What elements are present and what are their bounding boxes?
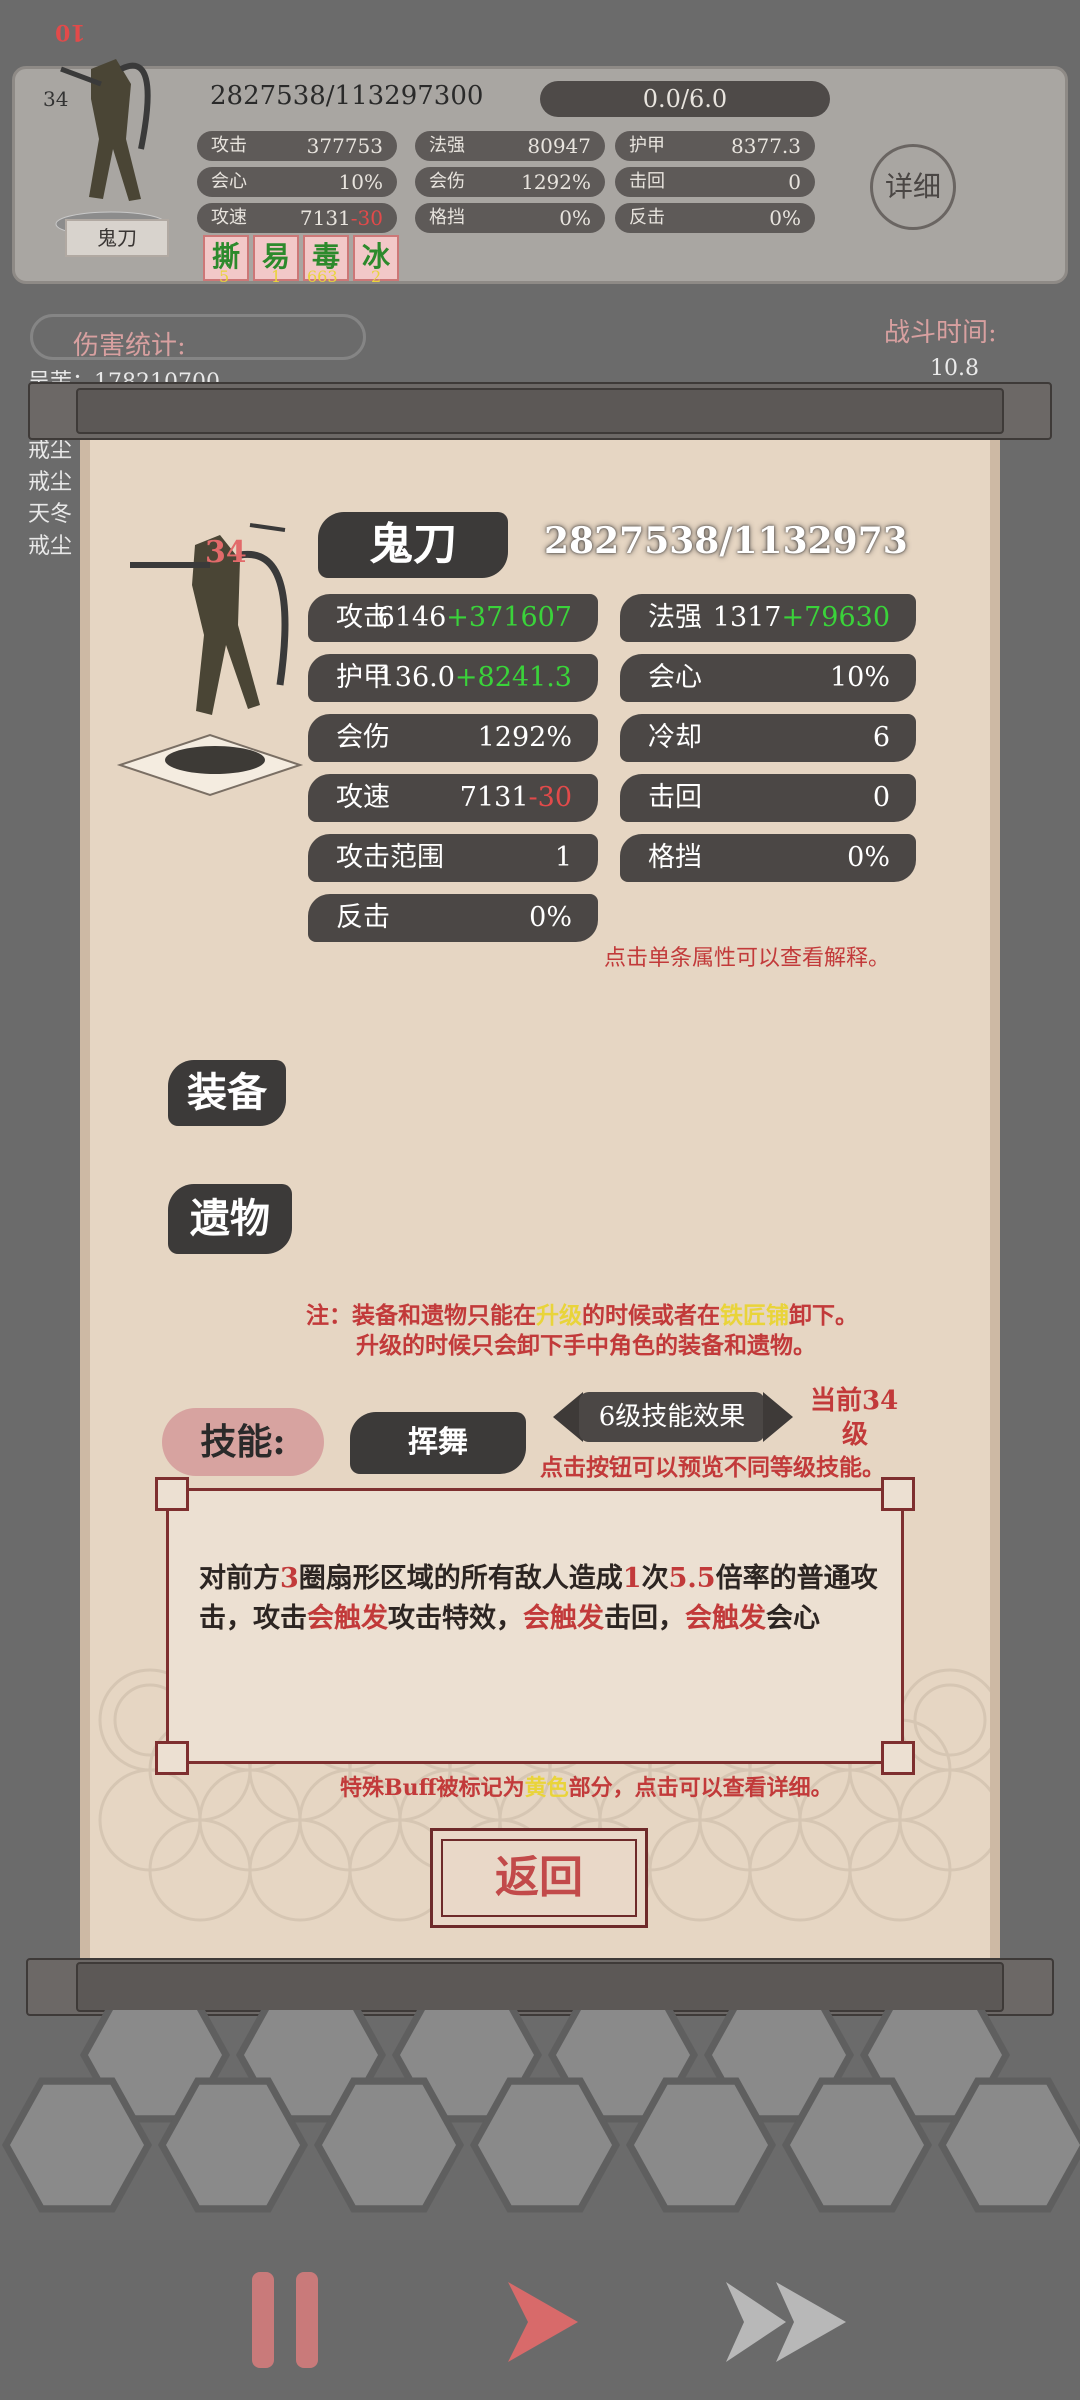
buff-ice[interactable]: 冰2 (353, 235, 399, 286)
battle-time-label: 战斗时间: (884, 318, 997, 348)
stat-attack-range[interactable]: 攻击范围 1 (308, 834, 598, 882)
stat-lifesteal[interactable]: 击回 0 (620, 774, 916, 822)
stat-armor[interactable]: 护甲 136.0+8241.3 (308, 654, 598, 702)
unit-hp: 2827538/1132973 (544, 520, 908, 562)
scroll-top-bar (76, 388, 1004, 434)
skill-description-box: 对前方3圈扇形区域的所有敌人造成1次5.5倍率的普通攻击，攻击会触发攻击特效，会… (155, 1477, 915, 1775)
unequip-note: 注：装备和遗物只能在升级的时候或者在铁匠铺卸下。 (306, 1302, 858, 1329)
stat-counter[interactable]: 反击 0% (308, 894, 598, 942)
top-stat-armor[interactable]: 护甲 8377.3 (615, 131, 815, 161)
stat-crit-damage[interactable]: 会伤 1292% (308, 714, 598, 762)
attribute-hint: 点击单条属性可以查看解释。 (604, 946, 891, 971)
top-stat-block[interactable]: 格挡 0% (415, 203, 605, 233)
top-stat-counter[interactable]: 反击 0% (615, 203, 815, 233)
current-level-line2: 级 (842, 1420, 869, 1450)
equipment-button[interactable]: 装备 (168, 1060, 286, 1126)
buff-poison[interactable]: 毒 663 (303, 235, 349, 286)
stat-crit[interactable]: 会心 10% (620, 654, 916, 702)
unit-level: 34 (43, 87, 69, 111)
top-stat-lifesteal[interactable]: 击回 0 (615, 167, 815, 197)
skill-level-selector[interactable]: 6级技能效果 (553, 1386, 793, 1448)
unit-name: 鬼刀 (318, 512, 508, 578)
unequip-note-line2: 升级的时候只会卸下手中角色的装备和遗物。 (356, 1332, 816, 1359)
buff-vulnerable[interactable]: 易1 (253, 235, 299, 286)
return-button[interactable]: 返回 (430, 1828, 648, 1928)
battle-time-value: 10.8 (930, 356, 979, 381)
unit-name-tag: 鬼刀 (65, 219, 169, 257)
skill-level-effect[interactable]: 6级技能效果 (579, 1392, 765, 1442)
stat-cooldown[interactable]: 冷却 6 (620, 714, 916, 762)
buff-tear[interactable]: 撕5 (203, 235, 249, 286)
stat-attack[interactable]: 攻击 6146+371607 (308, 594, 598, 642)
damage-row: 天冬 (28, 502, 73, 527)
top-stat-speed[interactable]: 攻速 7131-30 (197, 203, 397, 233)
fast-forward-icon[interactable] (716, 2272, 856, 2372)
stat-attack-speed[interactable]: 攻速 7131-30 (308, 774, 598, 822)
pause-icon[interactable] (252, 2272, 320, 2368)
scroll-bottom-bar (76, 1962, 1004, 2012)
battle-hex-grid (0, 2010, 1080, 2240)
relic-button[interactable]: 遗物 (168, 1184, 292, 1254)
top-stat-magic[interactable]: 法强 80947 (415, 131, 605, 161)
top-stat-attack[interactable]: 攻击 377753 (197, 131, 397, 161)
damage-row: 戒尘 (28, 470, 73, 495)
top-stat-critdmg[interactable]: 会伤 1292% (415, 167, 605, 197)
unit-summary-panel: 10 34 鬼刀 2827538/113297300 0.0/6.0 攻击 377… (12, 19, 1068, 286)
next-level-icon[interactable] (763, 1392, 793, 1442)
top-stat-crit[interactable]: 会心 10% (197, 167, 397, 197)
skill-hint: 点击按钮可以预览不同等级技能。 (540, 1454, 885, 1481)
skill-label: 技能: (162, 1408, 324, 1476)
play-icon[interactable] (498, 2272, 588, 2372)
detail-button[interactable]: 详细 (870, 144, 956, 230)
damage-row: 戒尘 (28, 534, 73, 559)
buff-hint: 特殊Buff被标记为黄色部分，点击可以查看详细。 (340, 1775, 833, 1801)
skill-description: 对前方3圈扇形区域的所有敌人造成1次5.5倍率的普通攻击，攻击会触发攻击特效，会… (199, 1563, 878, 1634)
damage-stats-tab[interactable]: 伤害统计: (30, 314, 366, 361)
current-level-line1: 当前34 (810, 1386, 899, 1416)
unit-level-badge: 34 (205, 535, 247, 570)
top-mp: 0.0/6.0 (540, 81, 830, 117)
skill-name: 挥舞 (350, 1412, 526, 1474)
stat-magic[interactable]: 法强 1317+79630 (620, 594, 916, 642)
top-hp: 2827538/113297300 (210, 81, 484, 111)
stat-block[interactable]: 格挡 0% (620, 834, 916, 882)
unit-portrait[interactable] (21, 29, 201, 249)
